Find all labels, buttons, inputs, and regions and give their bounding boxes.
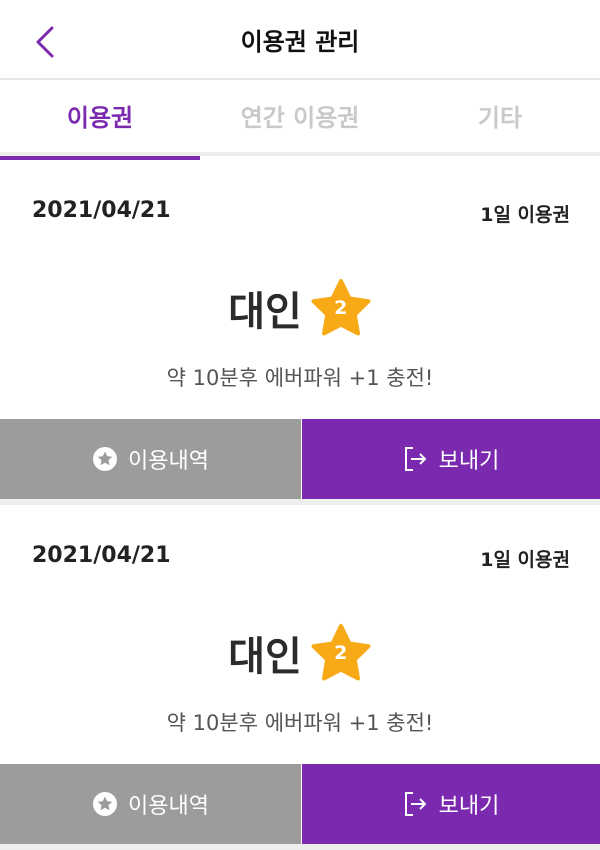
- tab-tickets[interactable]: 이용권: [0, 80, 200, 160]
- usage-history-button[interactable]: 이용내역: [0, 764, 301, 844]
- ticket-type: 1일 이용권: [480, 204, 570, 226]
- star-circle-icon: [92, 446, 118, 472]
- tab-others[interactable]: 기타: [400, 80, 600, 156]
- ticket-name: 대인: [228, 289, 302, 335]
- ticket-card: 2021/04/21 1일 이용권 대인 2 약 10분후 에버파워 +1 충전…: [0, 160, 600, 505]
- ticket-title-row: 대인 2: [0, 278, 600, 338]
- star-badge-icon: 2: [310, 623, 372, 683]
- ticket-date: 2021/04/21: [32, 543, 171, 568]
- usage-history-label: 이용내역: [128, 794, 209, 819]
- star-circle-icon: [92, 791, 118, 817]
- ticket-title-row: 대인 2: [0, 623, 600, 683]
- usage-history-button[interactable]: 이용내역: [0, 419, 301, 499]
- tab-annual-tickets[interactable]: 연간 이용권: [200, 80, 400, 156]
- send-arrow-icon: [403, 790, 429, 818]
- tab-bar: 이용권 연간 이용권 기타: [0, 80, 600, 160]
- top-app-bar: 이용권 관리: [0, 0, 600, 80]
- card-divider: [0, 844, 600, 850]
- star-count: 2: [334, 297, 348, 319]
- ticket-name: 대인: [228, 634, 302, 680]
- send-label: 보내기: [438, 794, 500, 819]
- ticket-type: 1일 이용권: [480, 549, 570, 571]
- send-button[interactable]: 보내기: [302, 764, 600, 844]
- star-badge-icon: 2: [310, 278, 372, 338]
- send-button[interactable]: 보내기: [302, 419, 600, 499]
- page-title: 이용권 관리: [240, 28, 360, 56]
- charge-message: 약 10분후 에버파워 +1 충전!: [166, 366, 434, 390]
- star-count: 2: [334, 642, 348, 664]
- send-label: 보내기: [438, 449, 500, 474]
- charge-message: 약 10분후 에버파워 +1 충전!: [166, 711, 434, 735]
- ticket-date: 2021/04/21: [32, 198, 171, 223]
- send-arrow-icon: [403, 445, 429, 473]
- usage-history-label: 이용내역: [128, 449, 209, 474]
- ticket-card: 2021/04/21 1일 이용권 대인 2 약 10분후 에버파워 +1 충전…: [0, 505, 600, 850]
